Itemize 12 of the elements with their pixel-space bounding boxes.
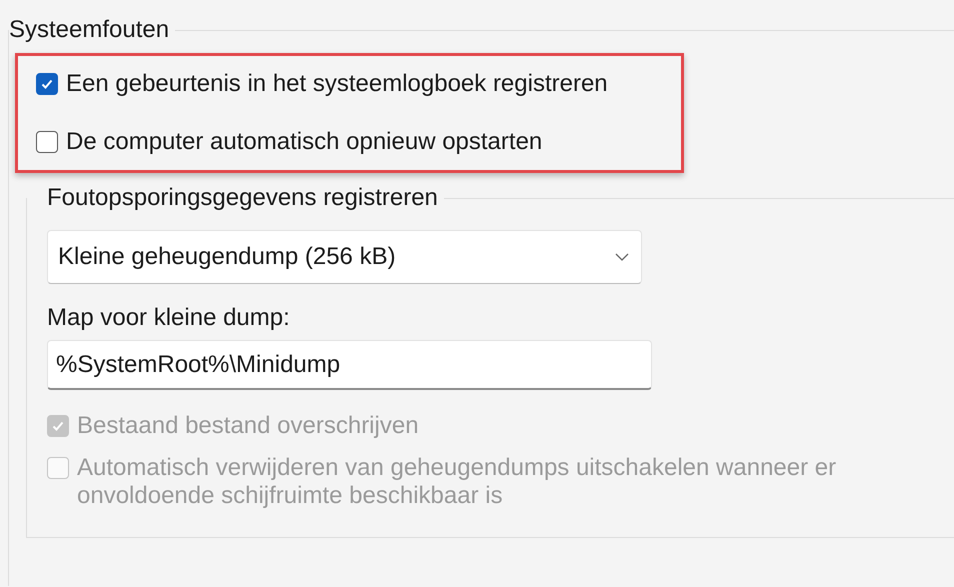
check-icon	[51, 419, 65, 433]
chevron-icon	[615, 253, 629, 261]
checkbox-label: Een gebeurtenis in het systeemlogboek registreren	[66, 70, 608, 98]
dropdown[interactable]: Kleine geheugendump (256 kB)	[47, 230, 642, 284]
checkbox-label: De computer automatisch opnieuw opstarten	[66, 128, 542, 156]
checkbox[interactable]	[36, 131, 58, 153]
checkbox[interactable]	[36, 73, 58, 95]
checkbox-label: Bestaand bestand overschrijven	[77, 412, 419, 440]
folder-field[interactable]: %SystemRoot%\Minidump	[47, 340, 652, 390]
check-icon	[40, 77, 54, 91]
checkbox-label: Automatisch verwijderen van geheugendumps uitschakelen wanneer er onvoldoende schijfruimte beschikbaar is	[77, 454, 838, 510]
field-label: Map voor kleine dump:	[47, 304, 291, 332]
